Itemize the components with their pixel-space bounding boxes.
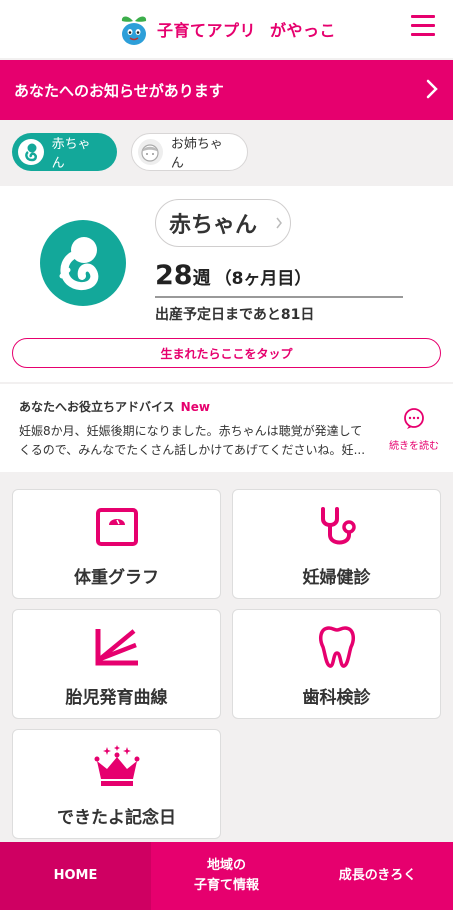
nav-local-info[interactable]: 地域の 子育て情報 — [151, 842, 302, 910]
read-more-button[interactable]: 続きを読む — [386, 408, 442, 452]
menu-milestone-days[interactable]: できたよ記念日 — [12, 729, 221, 839]
menu-label: 妊婦健診 — [302, 568, 371, 588]
child-name-selector[interactable]: 赤ちゃん — [155, 199, 291, 247]
nav-label: 地域の — [206, 858, 246, 873]
menu-label: 体重グラフ — [74, 568, 159, 588]
weeks-number: 28 — [155, 260, 193, 291]
chevron-right-icon — [426, 79, 438, 99]
weeks-unit: 週 — [192, 268, 211, 289]
menu-weight-graph[interactable]: 体重グラフ — [12, 489, 221, 599]
read-more-label: 続きを読む — [389, 441, 439, 452]
stethoscope-icon — [315, 505, 359, 549]
menu-label: 歯科検診 — [302, 688, 371, 708]
profile-card: 赤ちゃん 28週 （8ヶ月目） 出産予定日まであと81日 生まれたらここをタップ — [0, 186, 453, 382]
pregnancy-weeks: 28週 （8ヶ月目） — [155, 260, 311, 291]
app-title: 子育てアプリ がやっこ — [156, 21, 337, 40]
app-logo[interactable]: 子育てアプリ がやっこ — [117, 12, 336, 46]
advice-section[interactable]: あなたへお役立ちアドバイス New 妊娠8か月、妊娠後期になりました。赤ちゃんは聴… — [0, 384, 453, 472]
crown-icon — [93, 745, 141, 789]
advice-title: あなたへお役立ちアドバイス New — [19, 400, 210, 414]
menu-fetal-growth-curve[interactable]: 胎児発育曲線 — [12, 609, 221, 719]
hamburger-menu-icon[interactable] — [411, 15, 435, 39]
tab-label: お姉ちゃん — [170, 137, 223, 171]
divider — [155, 296, 403, 298]
tab-label: 赤ちゃん — [51, 137, 91, 171]
chevron-right-icon — [276, 217, 282, 229]
menu-label: 胎児発育曲線 — [65, 688, 168, 708]
scale-icon — [95, 505, 139, 549]
months-text: （8ヶ月目） — [214, 269, 312, 289]
fetus-icon — [18, 139, 44, 165]
menu-dental-checkup[interactable]: 歯科検診 — [232, 609, 441, 719]
child-tabs: 赤ちゃん お姉ちゃん — [12, 133, 248, 171]
tooth-icon — [317, 625, 357, 669]
new-badge: New — [180, 400, 210, 414]
notice-banner[interactable]: あなたへのお知らせがあります — [0, 60, 453, 120]
nav-home[interactable]: HOME — [0, 842, 151, 910]
child-name: 赤ちゃん — [169, 213, 258, 238]
tab-child-baby[interactable]: 赤ちゃん — [12, 133, 117, 171]
born-button[interactable]: 生まれたらここをタップ — [12, 338, 441, 368]
nav-label: 子育て情報 — [193, 878, 259, 893]
tab-child-sister[interactable]: お姉ちゃん — [131, 133, 248, 171]
bottom-nav: HOME 地域の 子育て情報 成長のきろく — [0, 842, 453, 910]
menu-prenatal-checkup[interactable]: 妊婦健診 — [232, 489, 441, 599]
menu-label: できたよ記念日 — [57, 808, 176, 828]
fetus-avatar-icon — [40, 220, 126, 306]
advice-body: 妊娠8か月、妊娠後期になりました。赤ちゃんは聴覚が発達してくるので、みんなでたく… — [19, 424, 366, 457]
mascot-logo-icon — [121, 16, 147, 45]
due-date-countdown: 出産予定日まであと81日 — [155, 307, 315, 323]
app-header: 子育てアプリ がやっこ — [0, 0, 453, 58]
child-avatar-icon — [138, 139, 163, 165]
notice-text: あなたへのお知らせがあります — [14, 81, 224, 100]
growth-curve-icon — [94, 625, 140, 669]
nav-growth-record[interactable]: 成長のきろく — [302, 842, 453, 910]
speech-bubble-icon — [404, 408, 424, 429]
